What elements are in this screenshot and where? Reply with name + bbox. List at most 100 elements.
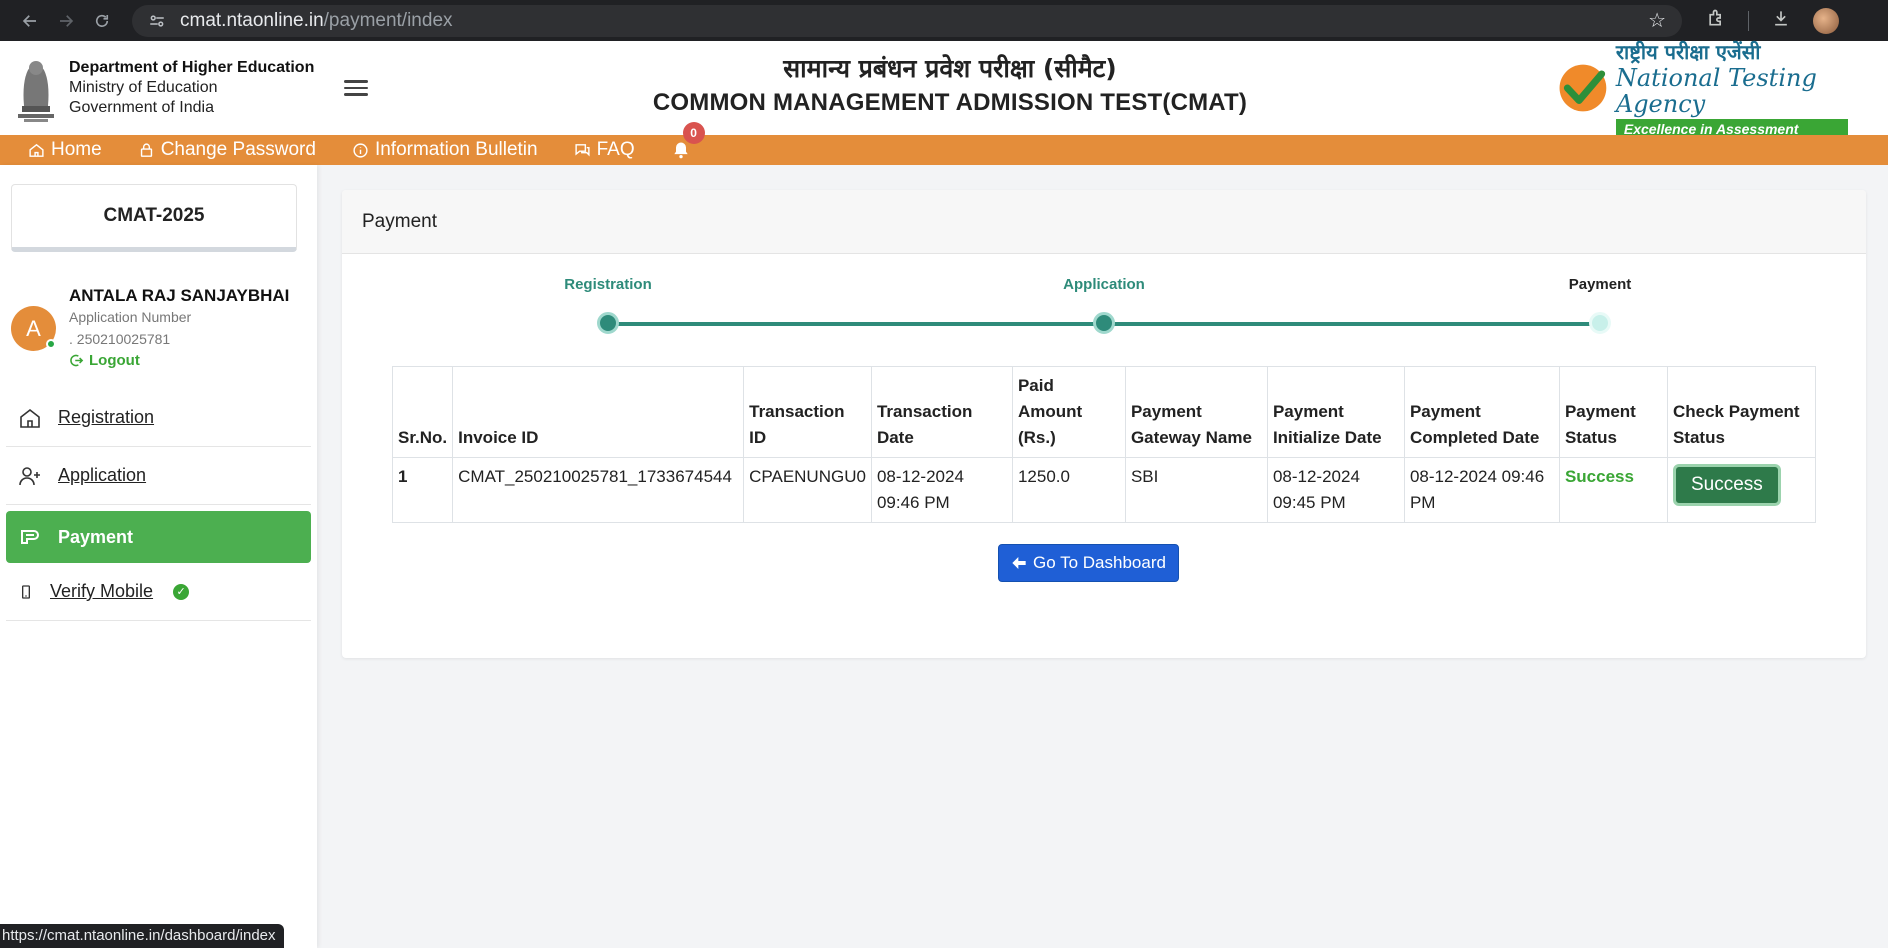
verified-check-icon: ✓	[173, 583, 190, 600]
column-header: Payment Initialize Date	[1266, 366, 1405, 458]
site-settings-icon[interactable]	[148, 12, 166, 30]
logout-label: Logout	[89, 352, 140, 369]
step-payment-label: Payment	[1568, 276, 1632, 293]
arrow-left-icon	[1012, 557, 1026, 569]
cell-completed-date: 08-12-2024 09:46 PM	[1403, 457, 1560, 523]
notification-count-badge: 0	[682, 122, 705, 144]
user-profile: A ANTALA RAJ SANJAYBHAI Application Numb…	[11, 286, 317, 369]
logout-icon	[70, 354, 84, 367]
sidebar-item-label: Verify Mobile	[50, 581, 154, 601]
card-title: Payment	[342, 190, 1866, 254]
payment-table: Sr.No. Invoice ID Transaction ID Transac…	[391, 366, 1817, 523]
sidebar-item-payment[interactable]: Payment	[6, 511, 311, 563]
cell-paid-amount: 1250.0	[1011, 457, 1126, 523]
national-emblem-icon	[12, 50, 60, 126]
sidebar-item-label: Registration	[58, 407, 155, 427]
column-header: Payment Gateway Name	[1124, 366, 1268, 458]
bookmark-star-icon[interactable]: ☆	[1648, 8, 1666, 33]
application-number: . 250210025781	[69, 331, 171, 347]
nav-home-label: Home	[51, 139, 102, 160]
sidebar-item-label: Application	[58, 465, 147, 485]
sidebar-item-label: Payment	[58, 526, 134, 547]
download-icon[interactable]	[1771, 8, 1791, 33]
step-application-label: Application	[1063, 276, 1145, 293]
step-registration-dot	[597, 312, 619, 334]
payment-icon	[21, 530, 39, 544]
notifications-button[interactable]: 0	[671, 122, 705, 160]
cell-transaction-date: 08-12-2024 09:46 PM	[870, 457, 1013, 523]
column-header: Sr.No.	[391, 366, 454, 458]
column-header: Invoice ID	[452, 366, 745, 458]
payment-card: Payment Registration Application Payment…	[342, 190, 1866, 658]
column-header: Check Payment Status	[1666, 366, 1817, 458]
column-header: Paid Amount (Rs.)	[1011, 366, 1126, 458]
cell-gateway: SBI	[1124, 457, 1268, 523]
column-header: Transaction Date	[870, 366, 1013, 458]
cell-sr-no: 1	[391, 457, 454, 523]
nta-check-icon	[1559, 64, 1607, 112]
avatar: A	[11, 306, 56, 351]
exam-title-english: COMMON MANAGEMENT ADMISSION TEST(CMAT)	[652, 89, 1248, 116]
check-payment-status-button[interactable]: Success	[1672, 464, 1781, 506]
chat-icon	[575, 143, 590, 156]
government-name: Government of India	[69, 99, 214, 116]
column-header: Payment Status	[1558, 366, 1668, 458]
stepper-line-1	[608, 322, 1102, 326]
bell-icon	[673, 142, 688, 159]
top-nav: Home Change Password Information Bulleti…	[0, 122, 1888, 165]
extensions-icon[interactable]	[1706, 8, 1726, 33]
nav-information-bulletin-label: Information Bulletin	[374, 139, 538, 160]
table-row: 1 CMAT_250210025781_1733674544 CPAENUNGU…	[391, 457, 1817, 523]
nav-home[interactable]: Home	[28, 139, 102, 161]
online-status-dot	[46, 339, 56, 349]
cell-check-status: Success	[1666, 457, 1817, 523]
browser-toolbar: cmat.ntaonline.in/payment/index ☆	[0, 0, 1888, 41]
column-header: Transaction ID	[743, 366, 872, 458]
table-header-row: Sr.No. Invoice ID Transaction ID Transac…	[391, 366, 1817, 458]
info-icon	[353, 142, 368, 158]
stepper-line-2	[1102, 322, 1599, 326]
hamburger-menu-icon[interactable]	[344, 80, 369, 96]
sidebar: CMAT-2025 A ANTALA RAJ SANJAYBHAI Applic…	[0, 165, 317, 948]
url-host: cmat.ntaonline.in	[180, 9, 324, 31]
column-header: Payment Completed Date	[1403, 366, 1560, 458]
nav-faq-label: FAQ	[596, 139, 635, 160]
mobile-icon	[22, 584, 30, 599]
nta-name-english: National Testing Agency	[1615, 63, 1817, 118]
nav-change-password-label: Change Password	[160, 139, 316, 160]
step-payment-dot	[1589, 312, 1611, 334]
reload-icon[interactable]	[84, 3, 120, 39]
exam-name-card: CMAT-2025	[11, 184, 297, 252]
step-application-dot	[1093, 312, 1115, 334]
sidebar-item-verify-mobile[interactable]: Verify Mobile ✓	[6, 563, 311, 621]
profile-avatar[interactable]	[1813, 7, 1839, 34]
ministry-name: Ministry of Education	[69, 79, 218, 96]
nav-change-password[interactable]: Change Password	[138, 139, 316, 161]
dept-title: Department of Higher Education	[69, 59, 315, 76]
nta-logo: राष्ट्रीय परीक्षा एजेंसी National Testin…	[1558, 40, 1848, 139]
go-to-dashboard-label: Go To Dashboard	[1033, 553, 1166, 572]
toolbar-separator	[1748, 10, 1749, 31]
site-header: Department of Higher Education Ministry …	[0, 40, 1888, 139]
add-user-icon	[19, 466, 40, 485]
forward-arrow-icon[interactable]	[48, 3, 84, 39]
sidebar-item-registration[interactable]: Registration	[6, 389, 311, 447]
cell-payment-status: Success	[1558, 457, 1668, 523]
cell-initialize-date: 08-12-2024 09:45 PM	[1266, 457, 1405, 523]
home-icon	[20, 408, 40, 428]
step-registration-label: Registration	[564, 276, 652, 293]
status-bar-url: https://cmat.ntaonline.in/dashboard/inde…	[0, 924, 284, 948]
sidebar-item-application[interactable]: Application	[6, 447, 311, 505]
cell-invoice-id: CMAT_250210025781_1733674544	[452, 457, 745, 523]
go-to-dashboard-button[interactable]: Go To Dashboard	[998, 544, 1179, 582]
nav-information-bulletin[interactable]: Information Bulletin	[352, 139, 538, 161]
back-arrow-icon[interactable]	[12, 3, 48, 39]
cell-transaction-id: CPAENUNGU0	[743, 457, 872, 523]
address-bar[interactable]: cmat.ntaonline.in/payment/index ☆	[132, 4, 1682, 37]
application-number-label: Application Number	[69, 309, 192, 325]
exam-title-hindi: सामान्य प्रबंधन प्रवेश परीक्षा (सीमैट)	[783, 54, 1117, 83]
nav-faq[interactable]: FAQ	[574, 139, 635, 161]
avatar-initial: A	[26, 315, 41, 341]
logout-link[interactable]: Logout	[69, 352, 289, 369]
lock-icon	[140, 142, 152, 157]
